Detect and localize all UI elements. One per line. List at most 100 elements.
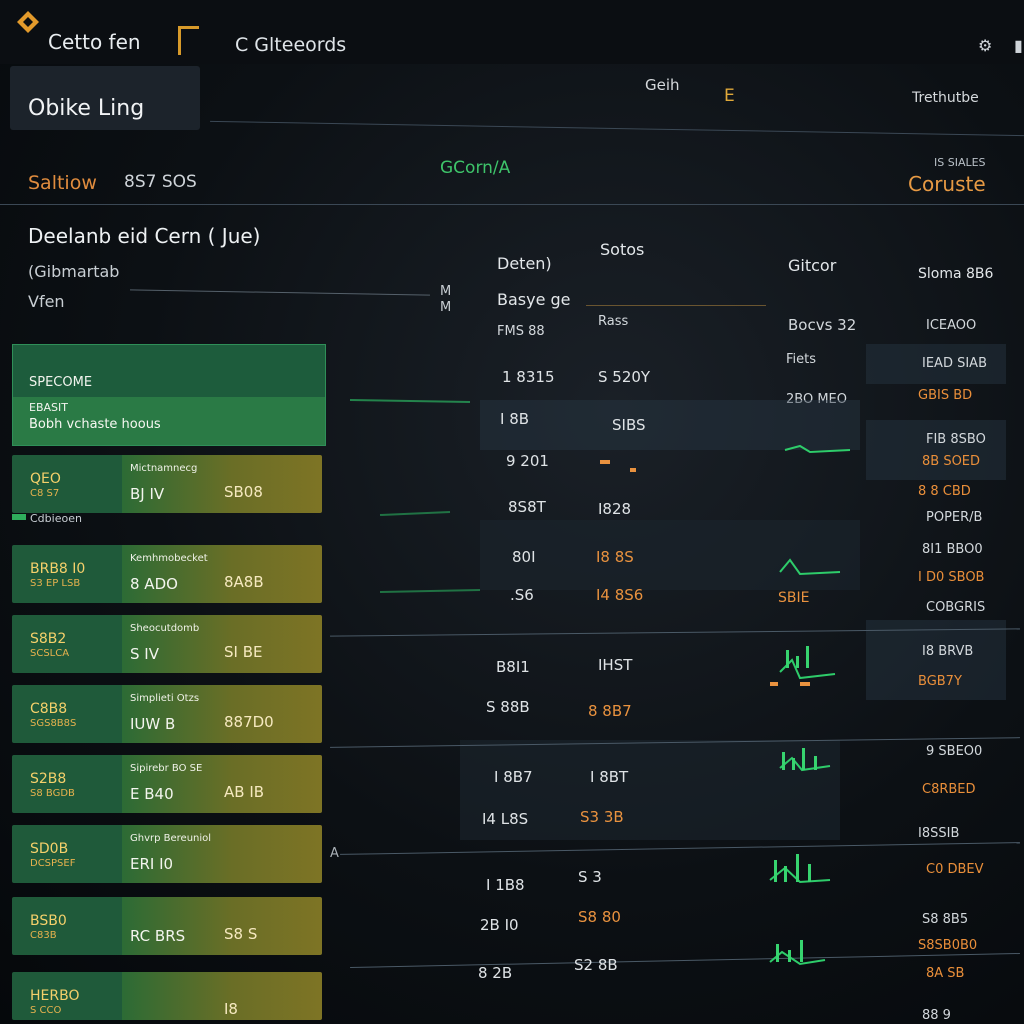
column-header[interactable]: Gitcor [788,256,836,275]
list-card[interactable]: S8B2 SCSLCA Sheocutdomb S IV SI BE [12,615,322,673]
list-footer: Cdbieoen [30,512,82,525]
table-cell: S8 8B5 [922,912,969,927]
list-card-desc: Ghvrp Bereuniol [130,833,212,844]
list-card-code-panel [12,455,122,513]
table-cell: 88 9 [922,1008,951,1023]
table-cell: 9 SBEO0 [926,744,983,759]
list-card[interactable]: SD0B DCSPSEF Ghvrp Bereuniol ERI I0 [12,825,322,883]
list-card-value-2: S8 S [224,925,258,943]
table-cell: COBGRIS [926,600,986,615]
hero-card-text: Bobh vchaste hoous [29,417,161,432]
list-card[interactable]: QEO C8 S7 Mictnamnecg BJ IV SB08 [12,455,322,513]
hero-card[interactable]: SPECOME EBASIT Bobh vchaste hoous [12,344,326,446]
list-card-value: 8 ADO [130,575,178,593]
table-cell: C0 DBEV [926,862,984,877]
list-card[interactable]: C8B8 SGS8B8S Simplieti Otzs IUW B 887D0 [12,685,322,743]
list-card-value: S IV [130,645,159,663]
list-card-code: QEO [30,471,61,487]
filter-right[interactable]: Coruste [908,172,986,196]
list-card-subcode: S CCO [30,1005,62,1016]
divider [210,120,1024,137]
filter-right-caption: IS SIALES [934,156,986,169]
filter-center[interactable]: GCorn/A [440,158,510,178]
table-cell: I8 BRVB [922,644,974,659]
divider [0,204,1024,205]
list-card-value: BJ IV [130,485,165,503]
page-title: Obike Ling [28,96,145,121]
list-card-code: HERBO [30,988,80,1004]
list-card-subcode: C8 S7 [30,488,60,499]
list-card-desc: Simplieti Otzs [130,693,200,704]
hero-card-label: SPECOME [29,375,93,390]
nav-tab[interactable]: C Glteeords [235,34,346,56]
list-card-value: E B40 [130,785,174,803]
list-card-subcode: C83B [30,930,57,941]
sort-controls[interactable]: MM [440,284,451,316]
column-header[interactable]: Sloma 8B6 [918,266,993,282]
list-card-code: BRB8 I0 [30,561,86,577]
list-card-code: BSB0 [30,913,67,929]
list-card-subcode: S3 EP LSB [30,578,81,589]
list-card-code: S2B8 [30,771,67,787]
list-card-subcode: SGS8B8S [30,718,77,729]
list-card-subcode: S8 BGDB [30,788,75,799]
column-sub: Bocvs 32 [788,316,857,334]
list-card-code-panel [12,755,122,813]
table-cell: 8I1 BBO0 [922,542,983,557]
filter-value[interactable]: 8S7 SOS [124,172,197,192]
column-header[interactable]: Sotos [600,240,644,259]
table-cell: 8A SB [926,966,965,981]
list-card-value-2: SB08 [224,483,263,501]
center-badge: E [724,86,735,106]
list-card-code: S8B2 [30,631,67,647]
table-cell: IEAD SIAB [922,356,987,371]
table-cell: I8SSIB [918,826,960,841]
list-card-code: SD0B [30,841,69,857]
section-subtitle: (Gibmartab [28,262,120,281]
list-card[interactable]: HERBO S CCO I8 [12,972,322,1020]
list-card-code-panel [12,897,122,955]
menu-icon[interactable]: ▮ [1014,36,1023,55]
list-card-value-2: 887D0 [224,713,274,731]
table-cell: POPER/B [926,510,983,525]
table-cell: ICEAOO [926,318,977,333]
app-logo-icon [17,11,39,33]
list-card-value: IUW B [130,715,176,733]
settings-icon[interactable]: ⚙ [978,36,992,55]
status-dot [12,514,26,520]
column-header[interactable]: Basye ge [497,290,571,309]
list-card-value: ERI I0 [130,855,174,873]
table-row[interactable] [866,420,1006,480]
list-card-detail-panel [122,972,322,1020]
table-cell: BGB7Y [918,674,962,689]
list-card[interactable]: BSB0 C83B RC BRS S8 S [12,897,322,955]
top-bar [0,0,1024,64]
table-cell: I D0 SBOB [918,570,985,585]
list-card-code-panel [12,615,122,673]
list-card-subcode: DCSPSEF [30,858,76,869]
table-cell: 8B SOED [922,454,981,469]
table-cell: 8 8 CBD [918,484,971,499]
list-card-subcode: SCSLCA [30,648,70,659]
list-card-detail-panel [122,897,322,955]
list-card-code: C8B8 [30,701,68,717]
list-card[interactable]: BRB8 I0 S3 EP LSB Kemhmobecket 8 ADO 8A8B [12,545,322,603]
column-header[interactable]: Deten) [497,254,552,273]
right-header-label[interactable]: Trethutbe [912,90,979,106]
list-card-desc: Sipirebr BO SE [130,763,203,774]
bracket-icon [178,26,199,55]
hero-card-sub: EBASIT [29,401,68,414]
view-label[interactable]: Vfen [28,292,65,311]
section-title: Deelanb eid Cern ( Jue) [28,224,261,248]
list-card-desc: Kemhmobecket [130,553,208,564]
list-card-value: RC BRS [130,927,186,945]
list-card[interactable]: S2B8 S8 BGDB Sipirebr BO SE E B40 AB IB [12,755,322,813]
table-cell: C8RBED [922,782,976,797]
list-card-desc: Mictnamnecg [130,463,198,474]
app-title: Cetto fen [48,30,141,54]
column-sub: FMS 88 [497,324,545,339]
divider [130,289,430,296]
center-label[interactable]: Geih [645,76,680,94]
filter-label: Saltiow [28,172,97,194]
table-cell: GBIS BD [918,388,973,403]
